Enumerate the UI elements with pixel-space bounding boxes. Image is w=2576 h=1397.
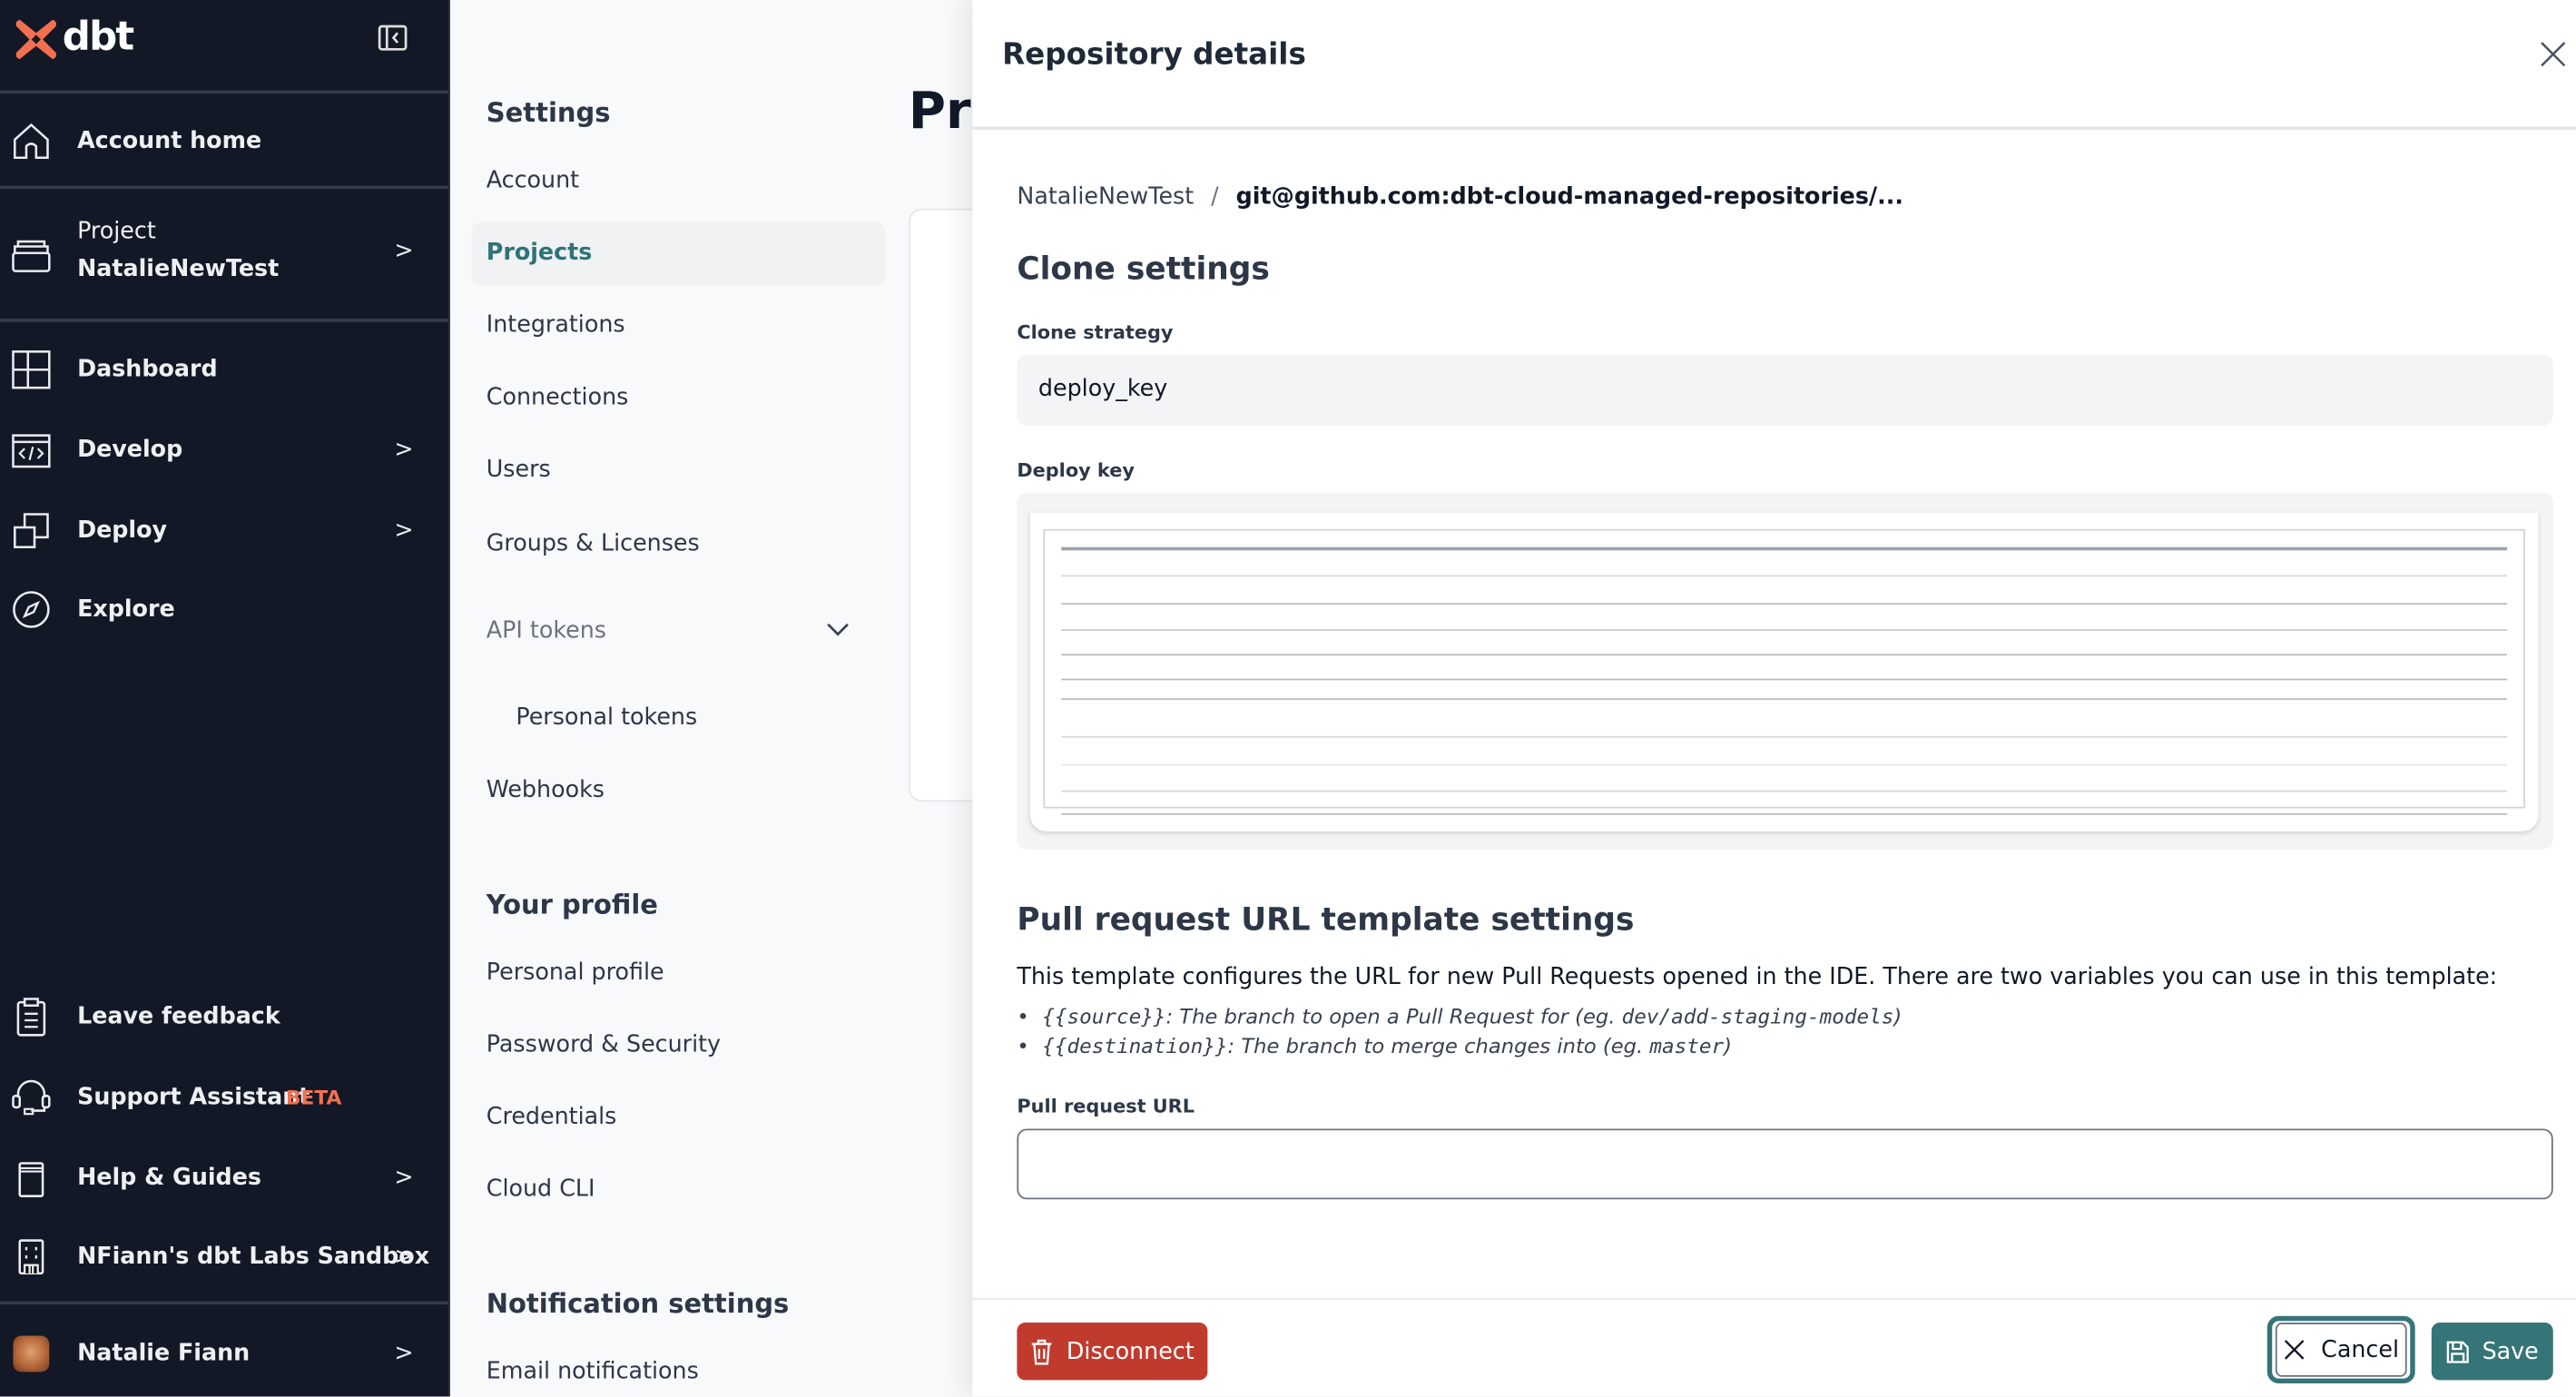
nav-item-account[interactable]: Account	[487, 168, 579, 194]
code-icon	[12, 430, 51, 469]
book-icon	[12, 1158, 51, 1197]
settings-nav: Settings Account Projects Integrations C…	[449, 0, 973, 1397]
home-icon	[12, 122, 51, 161]
close-icon[interactable]	[2538, 39, 2568, 69]
chevron-right-icon: >	[394, 1244, 414, 1271]
clone-settings-heading: Clone settings	[1017, 251, 1270, 288]
nav-item-api-tokens[interactable]: API tokens	[487, 618, 606, 644]
settings-heading: Settings	[486, 96, 611, 129]
logo-text: dbt	[62, 13, 134, 60]
chevron-right-icon: >	[394, 437, 414, 464]
save-button[interactable]: Save	[2431, 1323, 2553, 1381]
layers-icon	[12, 235, 51, 274]
beta-badge: BETA	[285, 1086, 342, 1109]
clone-strategy-label: Clone strategy	[1017, 320, 1174, 344]
your-profile-heading: Your profile	[486, 889, 658, 920]
chevron-right-icon: >	[394, 1340, 414, 1367]
disconnect-button[interactable]: Disconnect	[1017, 1323, 1208, 1381]
headset-icon	[12, 1077, 51, 1117]
sidebar-item-project[interactable]: Project NatalieNewTest >	[0, 219, 448, 291]
deploy-key-redacted	[1029, 512, 2539, 831]
repository-details-drawer: Repository details NatalieNewTest / git@…	[972, 0, 2576, 1397]
pr-description: This template configures the URL for new…	[1017, 964, 2498, 991]
building-icon	[12, 1237, 51, 1276]
chevron-right-icon: >	[394, 517, 414, 545]
close-icon	[2284, 1340, 2305, 1360]
sidebar-item-account-home[interactable]: Account home	[0, 120, 448, 162]
nav-item-projects[interactable]: Projects	[487, 240, 593, 266]
sidebar-item-support-assistant[interactable]: Support Assistant BETA	[0, 1077, 448, 1119]
deploy-key-field[interactable]	[1017, 493, 2553, 850]
clone-strategy-field[interactable]: deploy_key	[1017, 354, 2553, 426]
drawer-title: Repository details	[1002, 37, 1306, 73]
nav-item-password-security[interactable]: Password & Security	[487, 1032, 721, 1058]
chevron-right-icon: >	[394, 1165, 414, 1192]
nav-item-integrations[interactable]: Integrations	[487, 312, 625, 339]
sidebar-item-explore[interactable]: Explore	[0, 588, 448, 631]
sidebar-item-develop[interactable]: Develop >	[0, 428, 448, 471]
clipboard-icon	[12, 998, 51, 1037]
nav-item-personal-profile[interactable]: Personal profile	[487, 959, 664, 986]
deploy-icon	[12, 511, 51, 550]
nav-item-email-notifications[interactable]: Email notifications	[487, 1359, 699, 1385]
dashboard-icon	[12, 350, 51, 389]
compass-icon	[12, 590, 51, 629]
sidebar: dbt Account home Project NatalieNewTest …	[0, 0, 450, 1397]
dbt-logo-icon	[15, 19, 56, 60]
pr-var-destination: • {{destination}}: The branch to merge ch…	[1017, 1033, 1732, 1058]
notification-settings-heading: Notification settings	[486, 1288, 790, 1320]
breadcrumb-repo: git@github.com:dbt-cloud-managed-reposit…	[1235, 183, 1904, 211]
avatar	[13, 1335, 50, 1372]
nav-item-credentials[interactable]: Credentials	[487, 1104, 617, 1130]
nav-item-users[interactable]: Users	[487, 457, 551, 483]
pr-settings-heading: Pull request URL template settings	[1017, 901, 1635, 939]
pr-url-label: Pull request URL	[1017, 1094, 1195, 1117]
save-icon	[2446, 1340, 2469, 1363]
deploy-key-label: Deploy key	[1017, 457, 1135, 482]
sidebar-collapse-icon[interactable]	[378, 25, 408, 51]
sidebar-item-account-switcher[interactable]: NFiann's dbt Labs Sandbox >	[0, 1235, 448, 1278]
chevron-right-icon: >	[394, 238, 414, 265]
nav-item-personal-tokens[interactable]: Personal tokens	[516, 704, 697, 731]
pr-url-input[interactable]	[1017, 1128, 2553, 1200]
sidebar-item-help-guides[interactable]: Help & Guides >	[0, 1156, 448, 1199]
breadcrumb: NatalieNewTest / git@github.com:dbt-clou…	[1017, 183, 1904, 211]
cancel-button[interactable]: Cancel	[2266, 1315, 2415, 1384]
nav-item-groups-licenses[interactable]: Groups & Licenses	[487, 531, 700, 557]
trash-icon	[1031, 1338, 1052, 1364]
nav-item-cloud-cli[interactable]: Cloud CLI	[487, 1176, 595, 1203]
sidebar-item-deploy[interactable]: Deploy >	[0, 509, 448, 552]
pr-var-source: • {{source}}: The branch to open a Pull R…	[1017, 1003, 1903, 1029]
dbt-logo[interactable]	[13, 16, 59, 63]
sidebar-item-user-profile[interactable]: Natalie Fiann >	[0, 1333, 448, 1375]
breadcrumb-project[interactable]: NatalieNewTest	[1017, 184, 1194, 211]
sidebar-item-dashboard[interactable]: Dashboard	[0, 349, 448, 391]
chevron-down-icon[interactable]	[825, 619, 851, 639]
sidebar-item-leave-feedback[interactable]: Leave feedback	[0, 996, 448, 1038]
nav-item-webhooks[interactable]: Webhooks	[487, 777, 605, 803]
nav-item-connections[interactable]: Connections	[487, 385, 629, 411]
